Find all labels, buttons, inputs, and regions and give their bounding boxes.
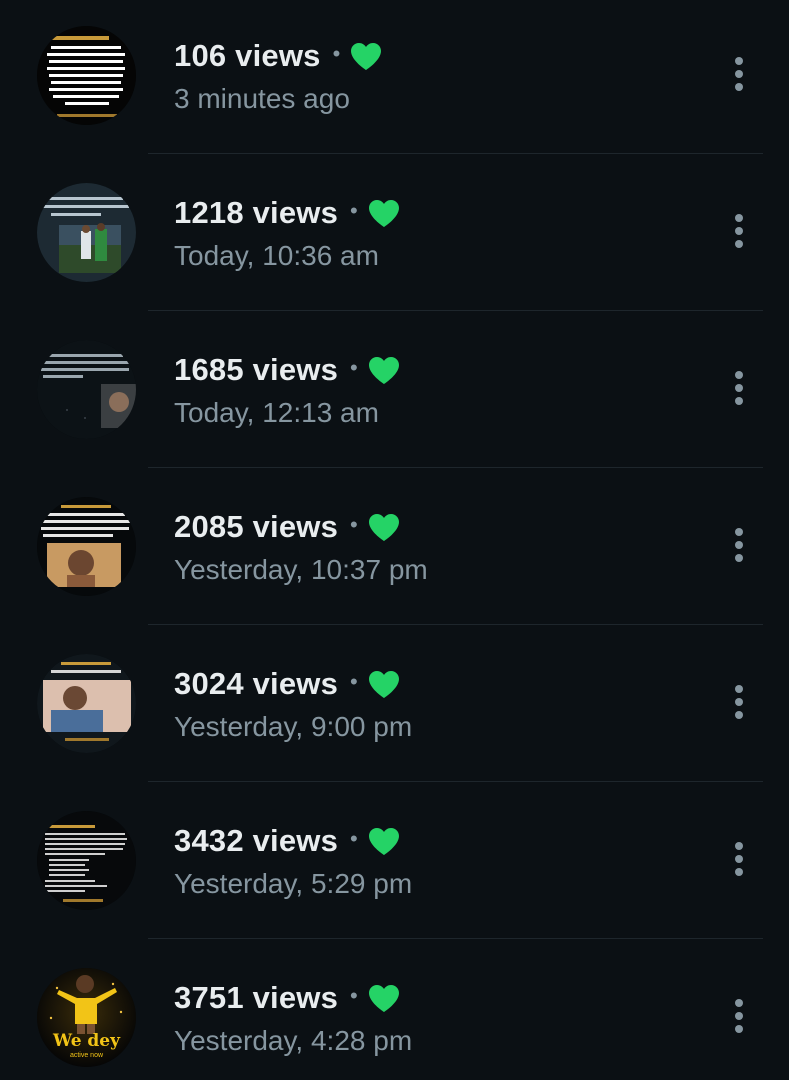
list-item[interactable]: 3024 views • Yesterday, 9:00 pm — [0, 628, 789, 785]
views-count: 1685 views — [174, 352, 339, 387]
views-line: 3432 views • — [174, 823, 400, 859]
separator-dot: • — [350, 198, 358, 223]
heart-icon — [368, 199, 400, 228]
status-thumbnail[interactable]: We dey active now — [37, 968, 136, 1067]
timestamp: Yesterday, 10:37 pm — [174, 554, 428, 585]
timestamp: 3 minutes ago — [174, 83, 350, 114]
more-vert-icon[interactable] — [724, 682, 754, 722]
divider — [148, 938, 763, 939]
views-line: 2085 views • — [174, 509, 400, 545]
views-count: 3024 views — [174, 666, 339, 701]
more-vert-icon[interactable] — [724, 54, 754, 94]
heart-icon — [368, 984, 400, 1013]
more-vert-icon[interactable] — [724, 996, 754, 1036]
status-thumbnail[interactable] — [37, 811, 136, 910]
list-item[interactable]: 1218 views • Today, 10:36 am — [0, 157, 789, 314]
more-vert-icon[interactable] — [724, 211, 754, 251]
divider — [148, 153, 763, 154]
heart-icon — [368, 670, 400, 699]
list-item[interactable]: 1685 views • Today, 12:13 am — [0, 314, 789, 471]
separator-dot: • — [350, 355, 358, 380]
views-count: 106 views — [174, 38, 321, 73]
status-thumbnail[interactable] — [37, 654, 136, 753]
separator-dot: • — [350, 669, 358, 694]
timestamp: Yesterday, 9:00 pm — [174, 711, 413, 742]
separator-dot: • — [332, 41, 341, 66]
heart-icon — [368, 356, 400, 385]
timestamp: Yesterday, 5:29 pm — [174, 868, 413, 899]
status-thumbnail[interactable] — [37, 497, 136, 596]
views-count: 2085 views — [174, 509, 339, 544]
divider — [148, 781, 763, 782]
timestamp: Today, 10:36 am — [174, 240, 379, 271]
views-line: 106 views • — [174, 38, 382, 74]
thumb-caption: We dey — [52, 1031, 121, 1051]
status-thumbnail[interactable] — [37, 183, 136, 282]
heart-icon — [368, 513, 400, 542]
heart-icon — [350, 42, 382, 71]
status-thumbnail[interactable] — [37, 26, 136, 125]
views-count: 3751 views — [174, 980, 339, 1015]
status-views-list: 106 views • 3 minutes ago 1218 views • T… — [0, 0, 789, 1080]
divider — [148, 310, 763, 311]
status-thumbnail[interactable] — [37, 340, 136, 439]
more-vert-icon[interactable] — [724, 839, 754, 879]
divider — [148, 467, 763, 468]
list-item[interactable]: 3432 views • Yesterday, 5:29 pm — [0, 785, 789, 942]
views-line: 3024 views • — [174, 666, 400, 702]
separator-dot: • — [350, 983, 358, 1008]
views-count: 1218 views — [174, 195, 339, 230]
views-count: 3432 views — [174, 823, 339, 858]
views-line: 3751 views • — [174, 980, 400, 1016]
thumb-subcaption: active now — [69, 1052, 104, 1059]
views-line: 1218 views • — [174, 195, 400, 231]
timestamp: Yesterday, 4:28 pm — [174, 1025, 413, 1056]
divider — [148, 624, 763, 625]
separator-dot: • — [350, 512, 358, 537]
separator-dot: • — [350, 826, 358, 851]
views-line: 1685 views • — [174, 352, 400, 388]
more-vert-icon[interactable] — [724, 368, 754, 408]
list-item[interactable]: 106 views • 3 minutes ago — [0, 0, 789, 157]
timestamp: Today, 12:13 am — [174, 397, 379, 428]
heart-icon — [368, 827, 400, 856]
more-vert-icon[interactable] — [724, 525, 754, 565]
list-item[interactable]: 2085 views • Yesterday, 10:37 pm — [0, 471, 789, 628]
list-item[interactable]: We dey active now 3751 views • Yesterday… — [0, 942, 789, 1080]
